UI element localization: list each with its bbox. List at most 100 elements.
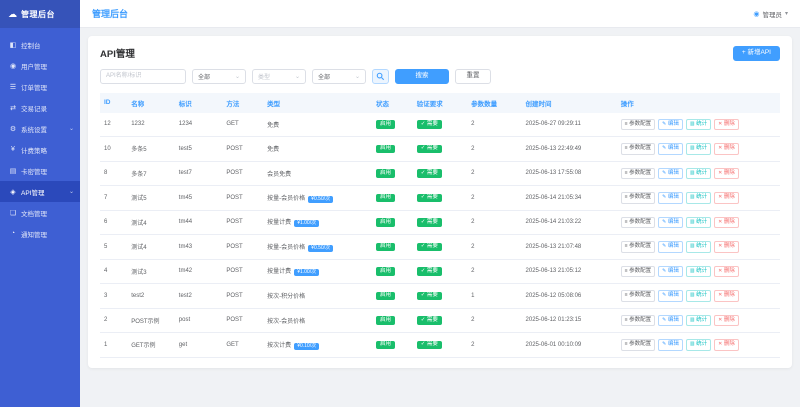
edit-button[interactable]: ✎ 编辑 — [658, 314, 683, 326]
verify-badge: ✓ 需要 — [416, 169, 442, 178]
delete-icon: ✕ — [718, 267, 723, 274]
cell-code: get — [174, 332, 223, 358]
search-button[interactable]: 搜索 — [395, 68, 449, 84]
action-button-label: 参数配置 — [629, 145, 652, 151]
reset-button[interactable]: 重置 — [455, 68, 491, 84]
stats-button[interactable]: ▥ 统计 — [685, 167, 712, 179]
verify-badge: ✓ 需要 — [416, 267, 442, 276]
sidebar-item-2[interactable]: ☰ 订单管理 — [0, 76, 80, 97]
delete-button[interactable]: ✕ 删除 — [714, 314, 739, 326]
table-row: 8 多条7 test7 POST 会员免费 启用 ✓ 需要 2 2025-06-13 17:55… — [100, 161, 780, 186]
params-button[interactable]: ≡ 参数配置 — [620, 216, 656, 228]
status-badge: 启用 — [375, 169, 395, 178]
stats-button[interactable]: ▥ 统计 — [685, 143, 712, 155]
action-button-label: 编辑 — [667, 145, 679, 151]
sidebar-item-5[interactable]: ¥ 计费策略 — [0, 139, 80, 160]
cell-id: 7 — [100, 185, 128, 211]
edit-button[interactable]: ✎ 编辑 — [658, 216, 683, 228]
search-icon-button[interactable] — [372, 68, 389, 84]
cell-status: 启用 — [371, 283, 413, 309]
delete-icon: ✕ — [718, 194, 723, 201]
params-button[interactable]: ≡ 参数配置 — [620, 118, 656, 130]
action-button-label: 参数配置 — [629, 316, 652, 323]
cell-created: 2025-06-27 09:29:11 — [521, 112, 617, 137]
stats-button[interactable]: ▥ 统计 — [685, 314, 712, 326]
params-button[interactable]: ≡ 参数配置 — [620, 143, 656, 155]
delete-icon: ✕ — [718, 316, 723, 323]
cell-name: 多条7 — [127, 161, 175, 186]
edit-button[interactable]: ✎ 编辑 — [658, 339, 683, 351]
stats-button[interactable]: ▥ 统计 — [685, 265, 712, 277]
users-icon: ◉ — [9, 62, 17, 70]
cell-type: 按次-会员价格 — [263, 308, 372, 333]
delete-button[interactable]: ✕ 删除 — [714, 118, 739, 130]
stats-button[interactable]: ▥ 统计 — [685, 216, 712, 228]
stats-button[interactable]: ▥ 统计 — [685, 339, 712, 351]
scope-select[interactable]: 全部 ⌄ — [312, 68, 366, 84]
cell-name: 1232 — [127, 112, 175, 137]
cell-type-text: 按次-会员价格 — [267, 318, 306, 325]
stats-button[interactable]: ▥ 统计 — [685, 241, 712, 253]
table-row: 10 多条5 test5 POST 免费 启用 ✓ 需要 2 2025-06-13 22:49:… — [100, 136, 780, 162]
stats-button[interactable]: ▥ 统计 — [685, 290, 712, 302]
cell-code: tm42 — [174, 259, 223, 284]
action-button-label: 统计 — [696, 145, 708, 151]
row-actions: ≡ 参数配置 ✎ 编辑 ▥ 统计 ✕ 删除 — [620, 339, 776, 351]
action-button-label: 参数配置 — [629, 218, 652, 225]
cell-id: 10 — [100, 136, 128, 162]
edit-button[interactable]: ✎ 编辑 — [658, 118, 683, 130]
delete-button[interactable]: ✕ 删除 — [714, 143, 739, 155]
type-select[interactable]: 类型 ⌄ — [252, 68, 306, 84]
action-button-label: 编辑 — [667, 267, 679, 274]
sidebar-item-4[interactable]: ⚙ 系统设置 ⌄ — [0, 118, 80, 139]
row-actions: ≡ 参数配置 ✎ 编辑 ▥ 统计 ✕ 删除 — [620, 241, 776, 253]
sidebar-item-6[interactable]: ▤ 卡密管理 — [0, 160, 80, 181]
status-select[interactable]: 全部 ⌄ — [192, 68, 246, 84]
cell-type: 免费 — [263, 136, 372, 162]
column-header-5: 状态 — [371, 92, 413, 113]
sidebar-item-1[interactable]: ◉ 用户管理 — [0, 55, 80, 76]
user-menu[interactable]: ◉ 管理员 ▾ — [753, 9, 788, 19]
params-button[interactable]: ≡ 参数配置 — [620, 314, 656, 326]
sidebar-item-0[interactable]: ◧ 控制台 — [0, 34, 80, 55]
edit-icon: ✎ — [662, 243, 667, 250]
edit-button[interactable]: ✎ 编辑 — [658, 192, 683, 204]
keyword-input[interactable] — [100, 68, 186, 84]
edit-button[interactable]: ✎ 编辑 — [658, 290, 683, 302]
add-api-button[interactable]: + 新增API — [732, 46, 780, 61]
action-button-label: 参数配置 — [629, 267, 652, 274]
delete-button[interactable]: ✕ 删除 — [714, 192, 739, 204]
params-button[interactable]: ≡ 参数配置 — [620, 339, 656, 351]
stats-button[interactable]: ▥ 统计 — [685, 192, 712, 204]
delete-button[interactable]: ✕ 删除 — [714, 167, 739, 179]
cell-method: POST — [222, 308, 264, 333]
edit-button[interactable]: ✎ 编辑 — [658, 167, 683, 179]
sidebar-item-7[interactable]: ◈ API管理 ⌄ — [0, 181, 80, 202]
params-button[interactable]: ≡ 参数配置 — [620, 290, 656, 302]
sidebar-item-8[interactable]: ❏ 文档管理 — [0, 202, 80, 223]
column-header-2: 标识 — [174, 92, 223, 113]
edit-button[interactable]: ✎ 编辑 — [658, 143, 683, 155]
delete-button[interactable]: ✕ 删除 — [714, 290, 739, 302]
params-button[interactable]: ≡ 参数配置 — [620, 241, 656, 253]
sidebar-item-9[interactable]: ◔ 通知管理 — [0, 223, 80, 244]
params-icon: ≡ — [624, 292, 628, 299]
sidebar-item-3[interactable]: ⇄ 交易记录 — [0, 97, 80, 118]
action-button-label: 删除 — [723, 243, 735, 249]
cell-id: 2 — [100, 308, 128, 333]
delete-button[interactable]: ✕ 删除 — [714, 265, 739, 277]
edit-button[interactable]: ✎ 编辑 — [658, 265, 683, 277]
action-button-label: 删除 — [723, 292, 735, 298]
sidebar-item-label: 计费策略 — [21, 147, 47, 155]
edit-button[interactable]: ✎ 编辑 — [658, 241, 683, 253]
delete-button[interactable]: ✕ 删除 — [714, 216, 739, 228]
params-button[interactable]: ≡ 参数配置 — [620, 192, 656, 204]
card-header: API管理 + 新增API — [100, 46, 780, 61]
delete-button[interactable]: ✕ 删除 — [714, 241, 739, 253]
topbar: 管理后台 ◉ 管理员 ▾ — [80, 0, 800, 28]
params-button[interactable]: ≡ 参数配置 — [620, 167, 656, 179]
stats-button[interactable]: ▥ 统计 — [685, 118, 712, 130]
params-button[interactable]: ≡ 参数配置 — [620, 265, 656, 277]
cell-actions: ≡ 参数配置 ✎ 编辑 ▥ 统计 ✕ 删除 — [616, 332, 780, 358]
delete-button[interactable]: ✕ 删除 — [714, 339, 739, 351]
